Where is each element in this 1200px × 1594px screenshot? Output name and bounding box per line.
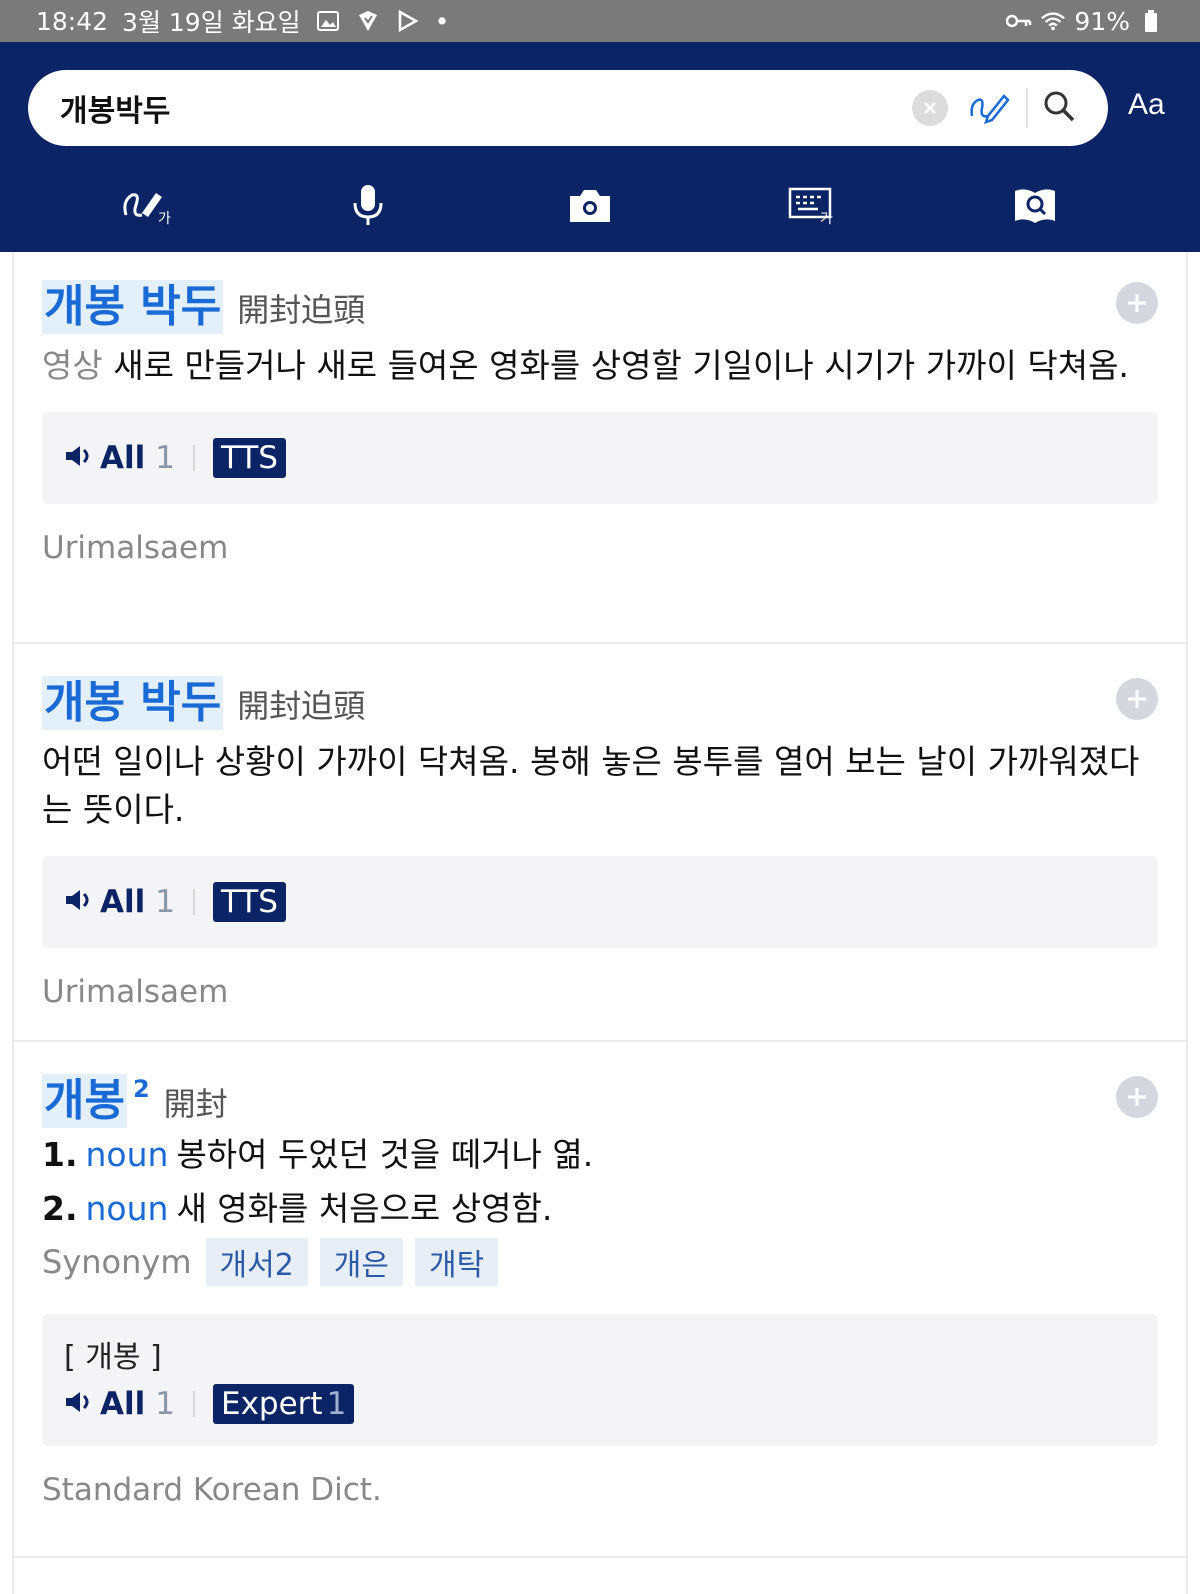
hanja: 開封迫頭 [237, 687, 366, 725]
dictionary-search-icon[interactable] [1008, 178, 1062, 232]
audio-divider [192, 445, 195, 471]
audio-divider [192, 889, 195, 915]
sense-text: 봉하여 두었던 것을 떼거나 엶. [176, 1135, 594, 1174]
tts-chip[interactable]: TTS [212, 438, 286, 478]
add-to-wordbook-icon[interactable] [1116, 678, 1158, 720]
source-label: Urimalsaem [42, 530, 229, 566]
status-date: 3월 19일 화요일 [122, 8, 301, 37]
tts-chip[interactable]: TTS [212, 882, 286, 922]
sense-item: 2. noun 새 영화를 처음으로 상영함. [42, 1182, 1158, 1236]
audio-all-count: 1 [155, 1386, 175, 1422]
audio-all-count: 1 [155, 884, 175, 920]
speaker-icon[interactable] [64, 444, 94, 472]
expert-label: Expert [220, 1386, 323, 1422]
headword[interactable]: 개봉 박두 [42, 676, 224, 730]
audio-all-count: 1 [155, 440, 175, 476]
search-divider [1026, 88, 1028, 128]
audio-all-label[interactable]: All [100, 440, 145, 476]
synonym-chip[interactable]: 개탁 [415, 1238, 499, 1286]
camera-icon[interactable] [563, 178, 617, 232]
speaker-icon[interactable] [64, 1390, 94, 1418]
headword[interactable]: 개봉 [42, 1074, 127, 1128]
audio-divider [192, 1391, 195, 1417]
status-bar: 18:42 3월 19일 화요일 • 91% [0, 0, 1200, 42]
app-header: 개봉박두 Aa 가 가 [0, 42, 1200, 252]
sense-item: 1. noun 봉하여 두었던 것을 떼거나 엶. [42, 1128, 1158, 1182]
battery-percent: 91% [1074, 6, 1130, 36]
hanja: 開封 [163, 1085, 228, 1123]
svg-text:가: 가 [158, 211, 171, 227]
handwriting-icon[interactable]: 가 [120, 178, 174, 232]
definition-text: 새로 만들거나 새로 들여온 영화를 상영할 기일이나 시기가 가까이 닥쳐옴. [102, 346, 1129, 385]
pronunciation: [ 개봉 ] [64, 1340, 162, 1375]
synonym-label: Synonym [42, 1243, 192, 1281]
status-dot: • [434, 6, 450, 36]
audio-all-label[interactable]: All [100, 1386, 145, 1422]
audio-panel: [ 개봉 ] All 1 Expert 1 [42, 1314, 1158, 1446]
synonym-chip[interactable]: 개서2 [205, 1238, 308, 1286]
audio-panel: All 1 TTS [42, 412, 1158, 504]
results-list: 개봉 박두 開封迫頭 영상 새로 만들거나 새로 들여온 영화를 상영할 기일이… [12, 252, 1188, 1594]
source-label: Standard Korean Dict. [42, 1472, 382, 1508]
definition: 영상 새로 만들거나 새로 들여온 영화를 상영할 기일이나 시기가 가까이 닥… [42, 342, 1158, 390]
part-of-speech: noun [85, 1135, 169, 1174]
search-icon[interactable] [1042, 89, 1076, 127]
svg-text:가: 가 [820, 211, 833, 225]
result-entry[interactable]: 개봉 박두 開封迫頭 어떤 일이나 상황이 가까이 닥쳐옴. 봉해 놓은 봉투를… [14, 644, 1186, 1042]
status-time: 18:42 [36, 6, 109, 36]
search-input[interactable]: 개봉박두 [60, 86, 912, 130]
gallery-icon [315, 8, 341, 34]
clear-icon[interactable] [912, 90, 948, 126]
audio-panel: All 1 TTS [42, 856, 1158, 948]
battery-icon [1138, 8, 1164, 34]
result-entry[interactable]: 개봉 2 開封 1. noun 봉하여 두었던 것을 떼거나 엶. 2. noun 새 … [14, 1042, 1186, 1558]
key-icon [1006, 8, 1032, 34]
sense-text: 새 영화를 처음으로 상영함. [176, 1189, 553, 1228]
homonym-number: 2 [132, 1075, 150, 1103]
font-size-button[interactable]: Aa [1128, 88, 1165, 122]
audio-all-label[interactable]: All [100, 884, 145, 920]
expert-chip[interactable]: Expert 1 [212, 1384, 355, 1424]
input-tools: 가 가 [0, 174, 1200, 234]
play-store-icon [395, 8, 421, 34]
synonym-row: Synonym 개서2 개은 개탁 [42, 1238, 1158, 1286]
speaker-icon[interactable] [64, 888, 94, 916]
result-entry[interactable]: 개봉 박두 開封迫頭 영상 새로 만들거나 새로 들여온 영화를 상영할 기일이… [14, 252, 1186, 644]
handwriting-input-icon[interactable] [968, 86, 1012, 130]
part-of-speech: noun [85, 1189, 169, 1228]
definition: 어떤 일이나 상황이 가까이 닥쳐옴. 봉해 놓은 봉투를 열어 보는 날이 가… [42, 742, 1140, 829]
wifi-icon [1040, 8, 1066, 34]
definition-domain: 영상 [42, 346, 103, 385]
synonym-chip[interactable]: 개은 [319, 1238, 403, 1286]
headword[interactable]: 개봉 박두 [42, 280, 224, 334]
sense-number: 2. [42, 1189, 78, 1228]
expert-count: 1 [326, 1386, 347, 1422]
source-label: Urimalsaem [42, 974, 229, 1010]
add-to-wordbook-icon[interactable] [1116, 282, 1158, 324]
sense-number: 1. [42, 1135, 78, 1174]
search-bar[interactable]: 개봉박두 [28, 70, 1108, 146]
add-to-wordbook-icon[interactable] [1116, 1076, 1158, 1118]
hanja: 開封迫頭 [237, 291, 366, 329]
keyboard-icon[interactable]: 가 [786, 178, 840, 232]
microphone-icon[interactable] [341, 178, 395, 232]
shield-heart-icon [355, 8, 381, 34]
